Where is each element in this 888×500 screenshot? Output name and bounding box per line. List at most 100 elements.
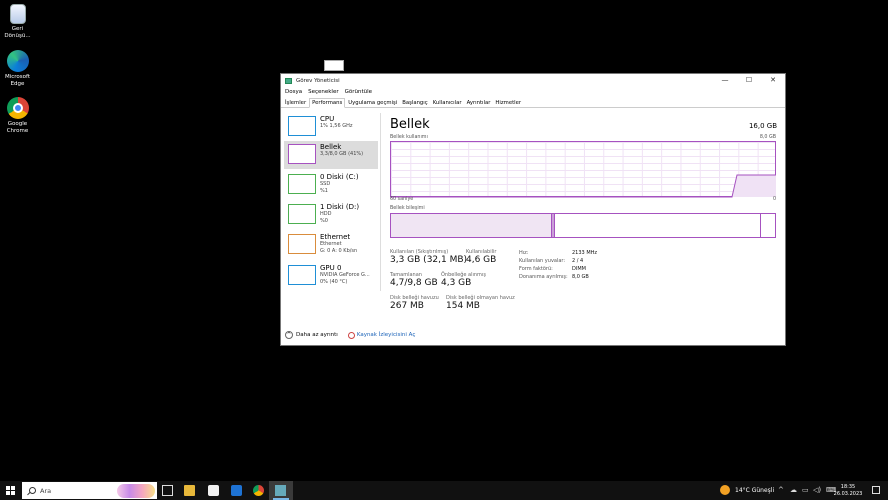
tab-services[interactable]: Hizmetler <box>493 99 523 107</box>
memory-composition-bar <box>390 213 776 238</box>
memory-specs: Hız: 2133 MHz Kullanılan yuvalar: 2 / 4 Fo… <box>519 249 597 281</box>
store-icon[interactable] <box>208 485 219 496</box>
open-resource-monitor-link[interactable]: Kaynak İzleyicisini Aç <box>357 332 416 338</box>
spec-value: DIMM <box>572 266 586 272</box>
resource-monitor-icon <box>347 331 355 339</box>
taskbar: Ara 14°C Güneşli ^ ☁ ▭ ◁) ⌨ 18:35 26.03.… <box>0 481 888 500</box>
chevron-up-icon[interactable]: ^ <box>285 331 293 339</box>
tab-performance[interactable]: Performans <box>309 98 346 108</box>
desktop-icon-chrome[interactable]: Google Chrome <box>4 97 31 134</box>
desktop-icon-label: Google Chrome <box>6 121 29 134</box>
search-box[interactable]: Ara <box>22 482 157 499</box>
system-clock[interactable]: 18:35 26.03.2023 <box>833 484 863 498</box>
sun-icon <box>720 485 730 495</box>
minimize-button[interactable]: — <box>713 74 737 87</box>
sidebar-item-gpu[interactable]: GPU 0 NVIDIA GeForce G... 0% (40 °C) <box>284 262 378 290</box>
composition-in-use <box>391 214 552 237</box>
tab-startup[interactable]: Başlangıç <box>400 99 429 107</box>
window-footer: ^ Daha az ayrıntı Kaynak İzleyicisini Aç <box>285 331 415 339</box>
task-manager-icon <box>285 77 292 84</box>
fewer-details-button[interactable]: Daha az ayrıntı <box>296 332 338 338</box>
clock-time: 18:35 <box>840 484 856 490</box>
sidebar-item-name: CPU <box>320 115 335 123</box>
memory-usage-graph <box>390 141 776 198</box>
stat-value: 3,3 GB (32,1 MB) <box>390 255 468 265</box>
volume-icon[interactable]: ◁) <box>813 486 821 494</box>
maximize-button[interactable]: ☐ <box>737 74 761 87</box>
sidebar-item-detail: 1% 1,56 GHz <box>320 123 353 129</box>
desktop-icon-recycle-bin[interactable]: Geri Dönüşü... <box>4 4 31 39</box>
chrome-icon <box>6 97 29 119</box>
stat-available: Kullanılabilir 4,6 GB <box>466 249 496 266</box>
stat-value: 267 MB <box>390 301 424 311</box>
window-title: Görev Yöneticisi <box>296 77 340 84</box>
tab-details[interactable]: Ayrıntılar <box>465 99 493 107</box>
floating-window-fragment <box>324 60 344 71</box>
search-placeholder: Ara <box>40 486 52 495</box>
tab-app-history[interactable]: Uygulama geçmişi <box>346 99 399 107</box>
stat-value: 4,7/9,8 GB <box>390 278 438 288</box>
panel-title: Bellek <box>390 117 430 132</box>
tab-processes[interactable]: İşlemler <box>283 99 308 107</box>
spec-row: Kullanılan yuvalar: 2 / 4 <box>519 257 597 265</box>
sidebar-item-disk-d[interactable]: 1 Diski (D:) HDD %0 <box>284 201 378 229</box>
sidebar-item-disk-c[interactable]: 0 Diski (C:) SSD %1 <box>284 171 378 199</box>
composition-free <box>761 214 775 237</box>
gpu-thumbnail-graph <box>288 265 316 285</box>
menu-options[interactable]: Seçenekler <box>308 89 339 95</box>
usage-graph-label: Bellek kullanımı <box>390 135 428 140</box>
disk-d-thumbnail-graph <box>288 204 316 224</box>
close-button[interactable]: ✕ <box>761 74 785 87</box>
sidebar-item-name: 1 Diski (D:) <box>320 203 360 211</box>
network-icon[interactable]: ▭ <box>802 486 809 494</box>
file-explorer-icon[interactable] <box>184 485 195 496</box>
stat-cached: Önbelleğe alınmış 4,3 GB <box>441 272 486 289</box>
clock-date: 26.03.2023 <box>833 491 863 497</box>
chrome-taskbar-icon[interactable] <box>253 485 264 496</box>
desktop-icon-label: Geri Dönüşü... <box>4 26 31 39</box>
stat-nonpaged-pool: Disk belleği olmayan havuz 154 MB <box>446 295 515 312</box>
sidebar-item-detail: G: 0 A: 0 Kb/sn <box>320 247 358 254</box>
stat-paged-pool: Disk belleği havuzu 267 MB <box>390 295 439 312</box>
menu-file[interactable]: Dosya <box>285 89 302 95</box>
sidebar-item-detail: %0 <box>320 217 328 224</box>
spec-row: Form faktörü: DIMM <box>519 265 597 273</box>
spec-key: Form faktörü: <box>519 266 553 272</box>
weather-text: 14°C Güneşli <box>735 486 775 494</box>
chevron-up-tray-icon[interactable]: ^ <box>778 486 784 494</box>
spec-key: Donanıma ayrılmış: <box>519 274 568 280</box>
sidebar-item-detail: 0% (40 °C) <box>320 278 348 285</box>
sidebar-item-memory[interactable]: Bellek 3,3/8,0 GB (41%) <box>284 141 378 169</box>
usage-graph-max: 8,0 GB <box>759 135 776 140</box>
composition-standby <box>555 214 761 237</box>
cpu-thumbnail-graph <box>288 116 316 136</box>
task-manager-taskbar-icon <box>275 485 286 496</box>
desktop-icon-edge[interactable]: Microsoft Edge <box>4 50 31 87</box>
desktop-icon-label: Microsoft Edge <box>4 74 31 87</box>
sidebar-item-detail: 3,3/8,0 GB (41%) <box>320 151 364 157</box>
disk-c-thumbnail-graph <box>288 174 316 194</box>
memory-thumbnail-graph <box>288 144 316 164</box>
spec-value: 8,0 GB <box>572 274 589 280</box>
stat-value: 4,3 GB <box>441 278 472 288</box>
spec-row: Donanıma ayrılmış: 8,0 GB <box>519 273 597 281</box>
stat-value: 154 MB <box>446 301 480 311</box>
memory-total: 16,0 GB <box>748 122 777 130</box>
mail-icon[interactable] <box>231 485 242 496</box>
sidebar-item-ethernet[interactable]: Ethernet Ethernet G: 0 A: 0 Kb/sn <box>284 231 378 259</box>
sidebar-item-cpu[interactable]: CPU 1% 1,56 GHz <box>284 113 378 141</box>
sidebar-item-detail: NVIDIA GeForce G... <box>320 272 370 278</box>
weather-widget[interactable]: 14°C Güneşli <box>720 485 774 495</box>
notification-icon[interactable] <box>872 486 880 494</box>
spec-key: Kullanılan yuvalar: <box>519 258 566 264</box>
onedrive-icon[interactable]: ☁ <box>790 486 797 494</box>
menu-view[interactable]: Görüntüle <box>345 89 372 95</box>
search-icon <box>29 487 36 494</box>
start-button[interactable] <box>6 486 15 495</box>
task-view-icon[interactable] <box>162 485 173 496</box>
tab-users[interactable]: Kullanıcılar <box>431 99 464 107</box>
spec-value: 2133 MHz <box>572 250 598 256</box>
sidebar-item-detail: %1 <box>320 187 328 194</box>
spec-value: 2 / 4 <box>572 258 584 264</box>
title-bar[interactable]: Görev Yöneticisi — ☐ ✕ <box>281 74 785 87</box>
